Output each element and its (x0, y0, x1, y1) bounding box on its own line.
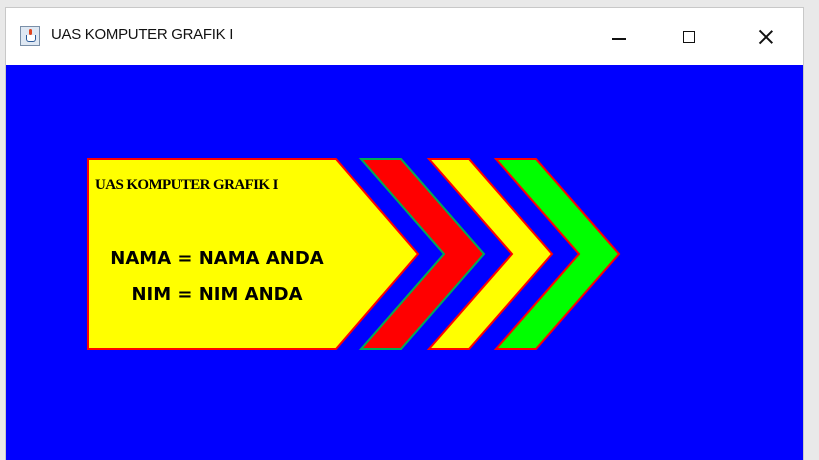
nim-line: NIM = NIM ANDA (131, 284, 303, 305)
close-icon (758, 29, 774, 45)
name-line: NAMA = NAMA ANDA (110, 248, 324, 269)
close-button[interactable] (736, 8, 796, 65)
minimize-icon (612, 37, 626, 40)
minimize-button[interactable] (589, 8, 649, 65)
title-bar[interactable]: UAS KOMPUTER GRAFIK I (6, 8, 803, 65)
window-title: UAS KOMPUTER GRAFIK I (51, 26, 234, 43)
maximize-button[interactable] (659, 8, 719, 65)
maximize-icon (683, 30, 695, 43)
drawing-canvas: UAS KOMPUTER GRAFIK I NAMA = NAMA ANDA N… (6, 65, 803, 460)
java-cup-icon[interactable] (20, 26, 40, 46)
banner-title: UAS KOMPUTER GRAFIK I (95, 177, 278, 193)
app-window: UAS KOMPUTER GRAFIK I UAS KOMPUTER GRAFI… (6, 8, 803, 460)
